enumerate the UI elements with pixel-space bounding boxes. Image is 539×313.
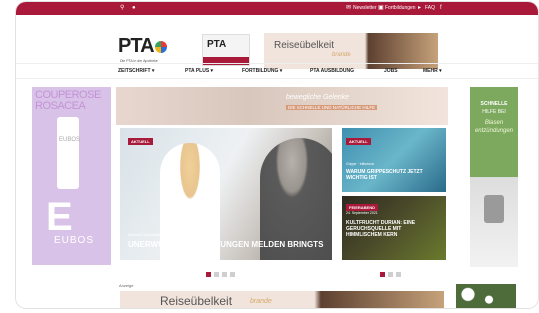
- left-skyscraper-ad[interactable]: COUPEROSE ROSACEA EUBOS E EUBOS: [32, 87, 111, 265]
- carousel-dot[interactable]: [230, 272, 235, 277]
- teaser-card-durian[interactable]: FEIERABEND 24. September 2021 KULTFRUCHT…: [342, 196, 446, 260]
- carousel-dot[interactable]: [214, 272, 219, 277]
- newsletter-icon[interactable]: ✉: [346, 5, 351, 12]
- right-ad-line2: HILFE BEI: [482, 109, 506, 115]
- hero-badge: AKTUELL: [128, 138, 153, 145]
- strip-ad-subline: DIE SCHNELLE UND NATÜRLICHE HILFE: [286, 105, 378, 110]
- fortbildungen-link[interactable]: Fortbildungen: [385, 5, 416, 12]
- user-icon[interactable]: ●: [132, 5, 136, 12]
- newsletter-link[interactable]: Newsletter: [353, 5, 377, 12]
- card2-date: 24. September 2021: [346, 211, 378, 215]
- bottom-ad-title: Reiseübelkeit: [160, 294, 233, 308]
- logo-dot-icon: [154, 40, 167, 53]
- teaser-carousel-dots: [380, 264, 404, 277]
- teaser-card-grippe[interactable]: AKTUELL Grippe · Influenza WARUM GRIPPES…: [342, 128, 446, 192]
- strip-ad-headline: bewegliche Gelenke: [286, 94, 350, 101]
- carousel-dot[interactable]: [380, 272, 385, 277]
- search-icon[interactable]: ⚲: [120, 5, 124, 12]
- bottom-ad-banner[interactable]: Reiseübelkeit brande: [120, 291, 444, 308]
- facebook-icon[interactable]: f: [440, 5, 442, 12]
- faucet-image: [484, 195, 504, 223]
- product-tube-image: [57, 117, 79, 189]
- right-ad-line1: SCHNELLE: [480, 101, 508, 107]
- header-ad-subtitle: brande: [332, 52, 351, 58]
- bottom-ad-subtitle: brande: [250, 298, 272, 305]
- card1-headline[interactable]: WARUM GRIPPESCHUTZ JETZT WICHTIG IST: [346, 169, 442, 181]
- right-ad-line3: Blasen entzündungen: [474, 120, 514, 134]
- card2-headline[interactable]: KULTFRUCHT DURIAN: EINE GERUCHSQUELLE MI…: [346, 220, 416, 238]
- nav-item-jobs[interactable]: JOBS: [384, 68, 398, 74]
- main-navigation: ZEITSCHRIFT ▾ PTA PLUS ▾ FORTBILDUNG ▾ P…: [16, 63, 538, 79]
- faq-link[interactable]: FAQ: [425, 5, 435, 12]
- right-skyscraper-ad[interactable]: SCHNELLE HILFE BEI Blasen entzündungen: [470, 87, 518, 267]
- hero-headline[interactable]: UNERWÜNSCHTE WIRKUNGEN MELDEN BRINGTS: [128, 240, 323, 249]
- nav-item-pta-ausbildung[interactable]: PTA AUSBILDUNG: [310, 68, 354, 74]
- top-utility-bar: ⚲ ● ✉ Newsletter ▣ Fortbildungen ▸ FAQ f: [16, 2, 538, 15]
- magazine-cover[interactable]: PTA: [202, 34, 250, 66]
- fortbildungen-icon[interactable]: ▣: [378, 5, 384, 12]
- header-ad-title: Reiseübelkeit: [274, 40, 335, 51]
- left-ad-word2: ROSACEA: [35, 100, 86, 112]
- nav-item-mehr[interactable]: MEHR ▾: [423, 68, 442, 74]
- faq-icon[interactable]: ▸: [418, 5, 421, 12]
- site-header: PTA Die PTA in der Apotheke PTA Reiseübe…: [16, 15, 538, 69]
- ad-label: Anzeige: [119, 283, 134, 288]
- flowers-image: [456, 284, 516, 308]
- card1-badge: AKTUELL: [346, 138, 371, 145]
- left-ad-brand: EUBOS: [54, 235, 95, 246]
- hero-carousel-dots: [206, 264, 238, 277]
- card1-kicker: Grippe · Influenza: [346, 162, 374, 166]
- left-ad-big-letter: E: [46, 195, 73, 239]
- browser-page: ⚲ ● ✉ Newsletter ▣ Fortbildungen ▸ FAQ f…: [16, 2, 538, 308]
- top-strip-ad[interactable]: bewegliche Gelenke DIE SCHNELLE UND NATÜ…: [116, 87, 448, 125]
- carousel-dot[interactable]: [388, 272, 393, 277]
- nav-item-fortbildung[interactable]: FORTBILDUNG ▾: [242, 68, 282, 74]
- carousel-dot[interactable]: [222, 272, 227, 277]
- carousel-dot[interactable]: [396, 272, 401, 277]
- nav-item-pta-plus[interactable]: PTA PLUS ▾: [185, 68, 213, 74]
- card2-badge: FEIERABEND: [346, 204, 379, 211]
- magazine-title: PTA: [207, 39, 227, 50]
- hero-kicker: Aktuelle Nachrichten: [128, 232, 165, 237]
- carousel-dot[interactable]: [206, 272, 211, 277]
- nav-item-zeitschrift[interactable]: ZEITSCHRIFT ▾: [118, 68, 154, 74]
- hero-article[interactable]: AKTUELL Aktuelle Nachrichten UNERWÜNSCHT…: [120, 128, 332, 260]
- logo-text: PTA: [118, 35, 155, 57]
- tube-label: EUBOS: [59, 137, 81, 143]
- site-logo[interactable]: PTA: [118, 35, 167, 58]
